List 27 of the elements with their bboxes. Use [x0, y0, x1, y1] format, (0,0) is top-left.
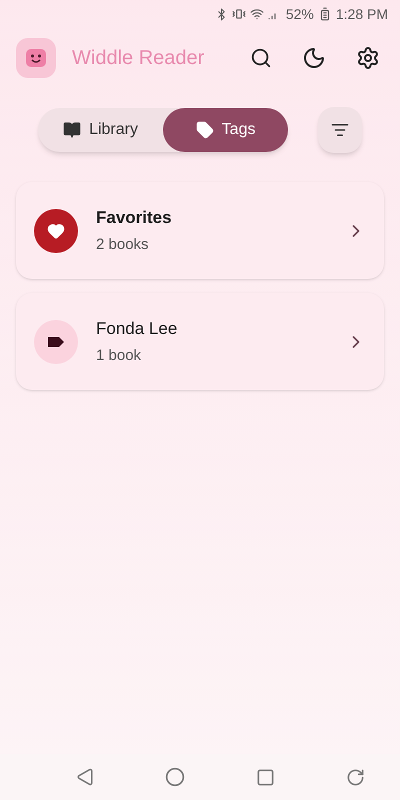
- app-title: Widdle Reader: [72, 46, 204, 71]
- tag-icon: [196, 121, 214, 139]
- settings-icon[interactable]: [356, 46, 380, 70]
- clock: 1:28 PM: [336, 4, 388, 24]
- tag-name: Fonda Lee: [96, 318, 178, 340]
- sort-icon: [331, 121, 350, 139]
- sort-button[interactable]: [318, 107, 362, 153]
- search-icon[interactable]: [250, 47, 272, 69]
- rotate-icon[interactable]: [346, 768, 364, 786]
- tag-card[interactable]: Favorites 2 books: [16, 182, 384, 279]
- label-icon: [47, 336, 65, 348]
- wifi-icon: [250, 7, 264, 21]
- book-count: 1 book: [96, 346, 142, 366]
- tag-name: Favorites: [96, 206, 172, 228]
- home-icon[interactable]: [164, 767, 184, 787]
- book-count: 2 books: [96, 235, 150, 255]
- tab[interactable]: Library: [38, 108, 164, 152]
- battery-percent: 52%: [286, 4, 314, 24]
- smiley-icon: [24, 47, 48, 69]
- recents-icon[interactable]: [256, 768, 274, 786]
- back-icon[interactable]: [76, 768, 94, 786]
- vibrate-icon: [232, 7, 246, 21]
- book-icon: [63, 121, 82, 139]
- heart-icon: [47, 222, 65, 240]
- tab[interactable]: Tags: [163, 108, 288, 152]
- moon-icon[interactable]: [302, 46, 326, 70]
- tag-card[interactable]: Fonda Lee 1 book: [16, 293, 384, 390]
